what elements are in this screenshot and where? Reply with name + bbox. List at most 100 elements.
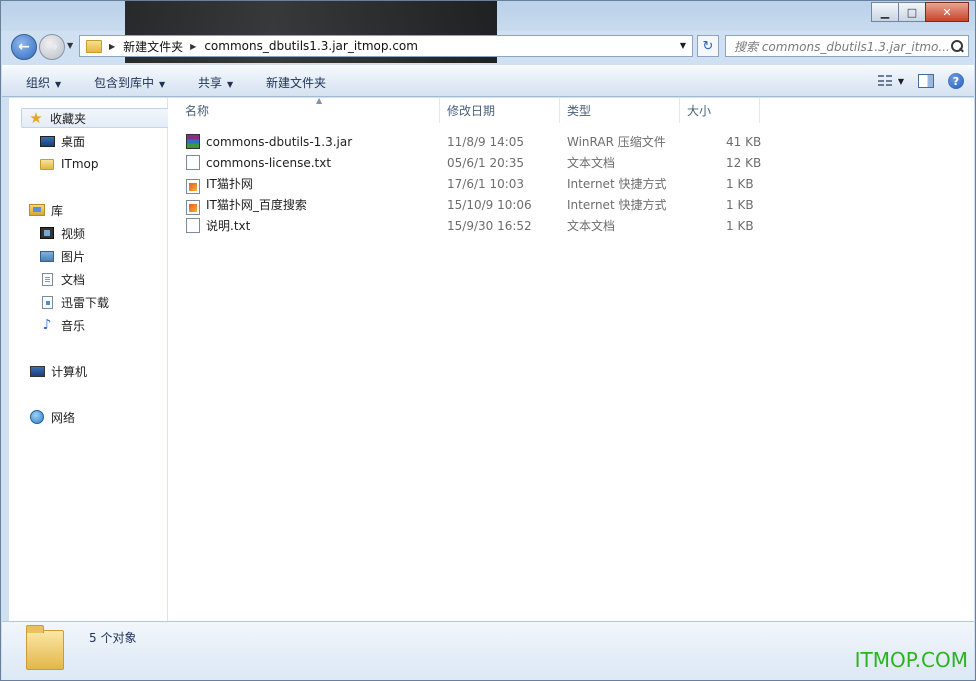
column-header-label: 类型 bbox=[567, 104, 592, 118]
library-icon bbox=[29, 203, 45, 217]
column-header-type[interactable]: 类型 bbox=[560, 98, 680, 123]
sidebar-item-documents[interactable]: 文档 bbox=[39, 269, 85, 289]
chevron-down-icon[interactable]: ▼ bbox=[680, 41, 686, 50]
command-bar: 组织 ▼ 包含到库中 ▼ 共享 ▼ 新建文件夹 ▼ ? bbox=[2, 65, 974, 97]
file-name: IT猫扑网_百度搜索 bbox=[206, 198, 307, 212]
organize-menu[interactable]: 组织 ▼ bbox=[26, 74, 61, 91]
back-button[interactable]: ← bbox=[11, 34, 37, 60]
file-type: WinRAR 压缩文件 bbox=[567, 135, 666, 149]
search-box[interactable]: 搜索 commons_dbutils1.3.jar_itmo... bbox=[725, 35, 969, 57]
column-header-label: 大小 bbox=[687, 104, 712, 118]
file-type: 文本文档 bbox=[567, 156, 616, 170]
navigation-bar: ← → ▼ ▶ 新建文件夹 ▶ commons_dbutils1.3.jar_i… bbox=[9, 34, 969, 60]
sidebar-item-label: 图片 bbox=[61, 249, 86, 264]
search-icon[interactable] bbox=[950, 39, 964, 53]
video-icon bbox=[39, 226, 55, 240]
network-icon bbox=[29, 410, 45, 424]
sidebar-item-label: ITmop bbox=[61, 157, 99, 171]
window-controls: ▁ □ ✕ bbox=[871, 2, 969, 22]
download-icon bbox=[39, 295, 55, 309]
file-row[interactable]: 说明.txt 15/9/30 16:52 文本文档 1 KB bbox=[184, 215, 764, 236]
sidebar-item-favorites[interactable]: ★ 收藏夹 bbox=[21, 108, 177, 128]
new-folder-button[interactable]: 新建文件夹 bbox=[266, 74, 326, 91]
folder-icon bbox=[86, 39, 102, 53]
chevron-down-icon: ▼ bbox=[55, 80, 62, 89]
details-pane: 5 个对象 ITMOP.COM bbox=[2, 621, 974, 680]
sort-ascending-icon: ▲ bbox=[316, 96, 323, 105]
file-name: commons-dbutils-1.3.jar bbox=[206, 134, 353, 149]
sidebar-item-label: 文档 bbox=[61, 272, 86, 287]
star-icon: ★ bbox=[29, 109, 43, 127]
chevron-down-icon: ▼ bbox=[897, 76, 904, 86]
sidebar-item-label: 网络 bbox=[51, 410, 76, 425]
text-file-icon bbox=[186, 155, 200, 170]
address-bar[interactable]: ▶ 新建文件夹 ▶ commons_dbutils1.3.jar_itmop.c… bbox=[79, 35, 693, 57]
file-date: 15/10/9 10:06 bbox=[447, 197, 532, 212]
column-header-name[interactable]: 名称 ▲ bbox=[178, 96, 440, 123]
file-row[interactable]: commons-license.txt 05/6/1 20:35 文本文档 12… bbox=[184, 152, 764, 173]
file-date: 17/6/1 10:03 bbox=[447, 176, 525, 191]
sidebar-item-label: 视频 bbox=[61, 226, 86, 241]
file-name: 说明.txt bbox=[206, 219, 251, 233]
recent-pages-dropdown[interactable]: ▼ bbox=[67, 41, 73, 50]
file-size: 1 KB bbox=[726, 176, 754, 191]
text-file-icon bbox=[186, 218, 200, 233]
search-input[interactable]: 搜索 commons_dbutils1.3.jar_itmo... bbox=[726, 38, 950, 55]
file-type: Internet 快捷方式 bbox=[567, 177, 667, 191]
chevron-down-icon: ▼ bbox=[227, 80, 234, 89]
sidebar-item-label: 库 bbox=[51, 203, 64, 218]
item-count: 5 个对象 bbox=[89, 631, 137, 645]
file-row[interactable]: commons-dbutils-1.3.jar 11/8/9 14:05 Win… bbox=[184, 131, 764, 152]
breadcrumb-current-folder[interactable]: commons_dbutils1.3.jar_itmop.com bbox=[204, 39, 418, 53]
share-menu[interactable]: 共享 ▼ bbox=[198, 74, 233, 91]
sidebar-item-computer[interactable]: 计算机 bbox=[29, 361, 87, 381]
sidebar-item-libraries[interactable]: 库 bbox=[29, 200, 63, 220]
sidebar-item-desktop[interactable]: 桌面 bbox=[39, 131, 85, 151]
column-header-label: 修改日期 bbox=[447, 104, 496, 118]
file-date: 15/9/30 16:52 bbox=[447, 218, 532, 233]
column-header-date[interactable]: 修改日期 bbox=[440, 98, 560, 123]
preview-pane-icon[interactable] bbox=[918, 74, 934, 88]
minimize-button[interactable]: ▁ bbox=[871, 2, 899, 22]
computer-icon bbox=[29, 364, 45, 378]
column-header-size[interactable]: 大小 bbox=[680, 98, 760, 123]
file-size: 1 KB bbox=[726, 197, 754, 212]
organize-label: 组织 bbox=[26, 76, 51, 90]
help-icon[interactable]: ? bbox=[948, 73, 964, 89]
sidebar-item-label: 音乐 bbox=[61, 318, 86, 333]
file-date: 05/6/1 20:35 bbox=[447, 155, 525, 170]
change-view-button[interactable]: ▼ bbox=[877, 75, 904, 87]
file-row[interactable]: IT猫扑网_百度搜索 15/10/9 10:06 Internet 快捷方式 1… bbox=[184, 194, 764, 215]
watermark: ITMOP.COM bbox=[854, 648, 968, 672]
sidebar-item-thunder-downloads[interactable]: 迅雷下载 bbox=[39, 292, 109, 312]
view-controls: ▼ ? bbox=[877, 73, 964, 89]
include-label: 包含到库中 bbox=[94, 76, 155, 90]
sidebar-item-pictures[interactable]: 图片 bbox=[39, 246, 85, 266]
file-name: IT猫扑网 bbox=[206, 177, 253, 191]
sidebar-item-music[interactable]: ♪ 音乐 bbox=[39, 315, 85, 335]
desktop-icon bbox=[39, 134, 55, 148]
forward-button[interactable]: → bbox=[39, 34, 65, 60]
sidebar-item-label: 迅雷下载 bbox=[61, 295, 110, 310]
chevron-right-icon[interactable]: ▶ bbox=[109, 42, 115, 51]
file-row[interactable]: IT猫扑网 17/6/1 10:03 Internet 快捷方式 1 KB bbox=[184, 173, 764, 194]
file-type: 文本文档 bbox=[567, 219, 616, 233]
folder-icon bbox=[26, 625, 64, 670]
picture-icon bbox=[39, 249, 55, 263]
chevron-down-icon: ▼ bbox=[159, 80, 166, 89]
chevron-right-icon[interactable]: ▶ bbox=[190, 42, 196, 51]
include-in-library-menu[interactable]: 包含到库中 ▼ bbox=[94, 74, 165, 91]
sidebar-item-network[interactable]: 网络 bbox=[29, 407, 75, 427]
file-size: 12 KB bbox=[726, 155, 762, 170]
sidebar-item-itmop[interactable]: ITmop bbox=[39, 154, 99, 174]
close-button[interactable]: ✕ bbox=[925, 2, 969, 22]
file-name: commons-license.txt bbox=[206, 155, 332, 170]
breadcrumb-new-folder[interactable]: 新建文件夹 bbox=[123, 38, 183, 55]
maximize-button[interactable]: □ bbox=[898, 2, 926, 22]
internet-shortcut-icon bbox=[186, 179, 200, 194]
music-icon: ♪ bbox=[42, 317, 52, 333]
internet-shortcut-icon bbox=[186, 200, 200, 215]
file-size: 41 KB bbox=[726, 134, 762, 149]
refresh-button[interactable]: ↻ bbox=[697, 35, 719, 57]
sidebar-item-videos[interactable]: 视频 bbox=[39, 223, 85, 243]
